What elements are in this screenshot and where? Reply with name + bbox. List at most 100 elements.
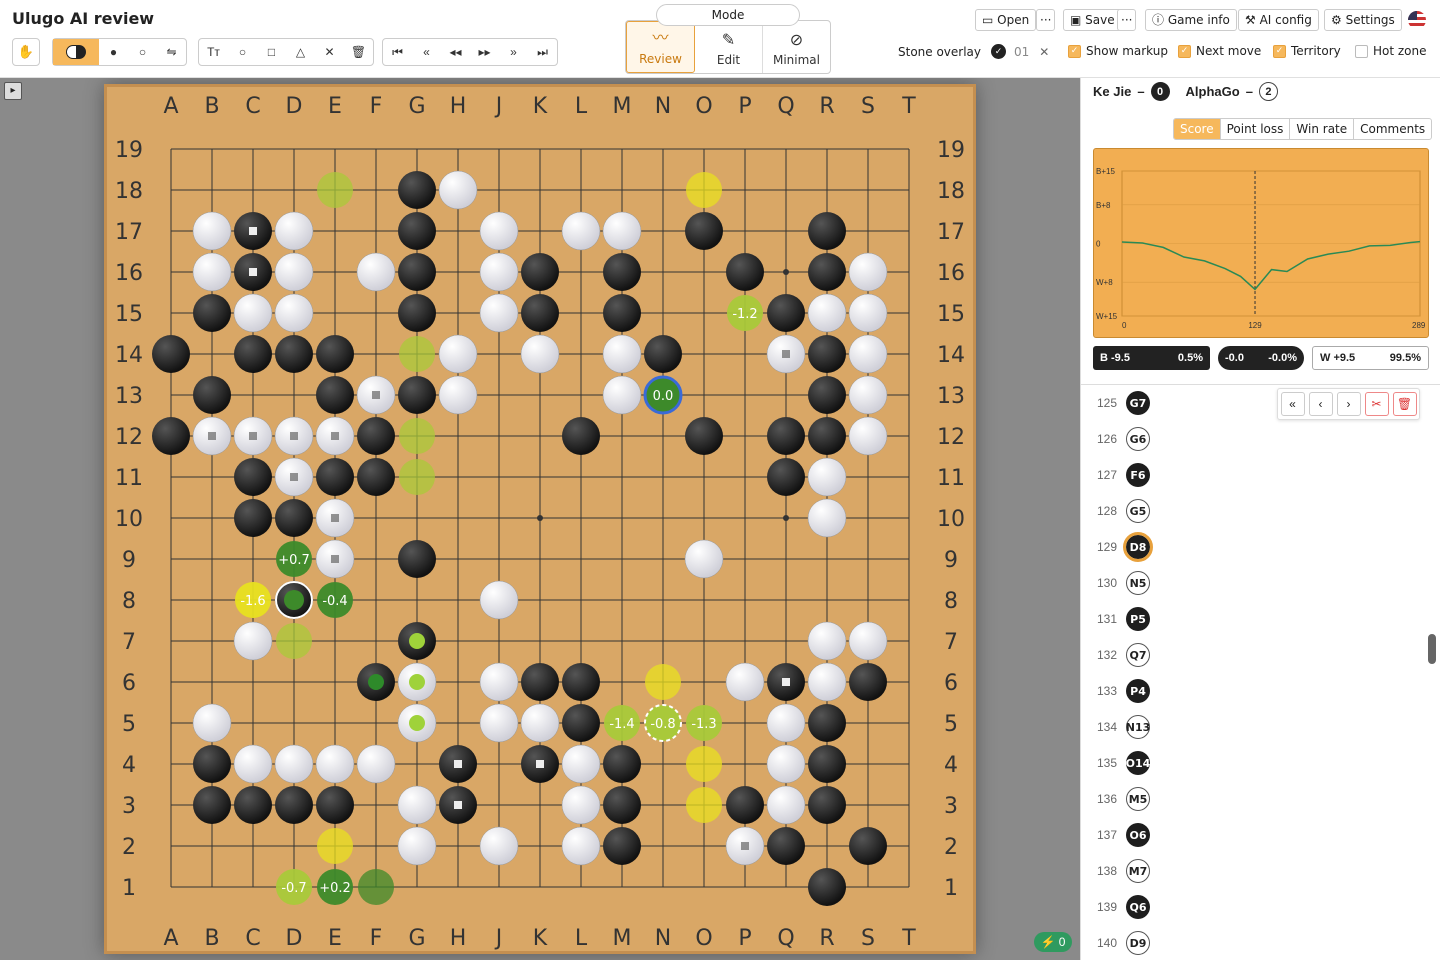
move-list-scrollbar[interactable] — [1428, 634, 1436, 664]
score-chart[interactable]: B+15 B+8 0 W+8 W+15 0 129 289 — [1093, 148, 1429, 338]
forward-button[interactable]: ▸▸ — [470, 39, 499, 65]
move-stone[interactable]: N5 — [1126, 571, 1150, 595]
move-stone[interactable]: D9 — [1126, 931, 1150, 955]
move-row[interactable]: 131 P5 — [1081, 601, 1421, 637]
move-stone[interactable]: Q7 — [1126, 643, 1150, 667]
move-row[interactable]: 128 G5 — [1081, 493, 1421, 529]
label-button[interactable]: Tт — [199, 39, 228, 65]
go-board[interactable]: A A B B C C D D E E F F G G H H J J K K L L M M N N O O P P Q Q R R S S T T 19… — [104, 84, 976, 954]
collapse-button[interactable]: « — [1280, 392, 1305, 416]
tab-win-rate[interactable]: Win rate — [1290, 119, 1355, 139]
black-stone — [808, 868, 846, 906]
white-stone — [479, 252, 519, 292]
column-coordinate: F — [370, 94, 383, 119]
column-coordinate: S — [861, 94, 875, 119]
circle-button[interactable]: ○ — [228, 39, 257, 65]
star-point — [783, 269, 789, 275]
game-info-button[interactable]: ⓘ Game info — [1145, 9, 1237, 31]
back-button[interactable]: ◂◂ — [441, 39, 470, 65]
move-number: 127 — [1096, 468, 1117, 482]
triangle-icon: △ — [295, 45, 306, 59]
minimal-mode-button[interactable]: ⊘ Minimal — [763, 21, 830, 73]
white-stone-button[interactable]: ○ — [128, 39, 157, 65]
white-stone — [848, 252, 888, 292]
close-icon[interactable]: ✕ — [1039, 45, 1049, 59]
last-move-button[interactable]: ⏭ — [528, 39, 557, 65]
cut-button[interactable]: ✂ — [1364, 392, 1389, 416]
tab-score[interactable]: Score — [1174, 119, 1221, 139]
move-row[interactable]: 133 P4 — [1081, 673, 1421, 709]
sidebar-toggle-icon[interactable]: ▸ — [4, 82, 22, 100]
white-stone — [561, 785, 601, 825]
language-flag-icon[interactable] — [1408, 11, 1426, 29]
first-move-button[interactable]: ⏮ — [383, 39, 412, 65]
move-row[interactable]: 138 M7 — [1081, 853, 1421, 889]
next-move-toggle[interactable]: ✓ Next move — [1178, 44, 1261, 58]
check-icon[interactable]: ✓ — [991, 44, 1007, 59]
hand-tool-button[interactable]: ✋ — [12, 38, 40, 66]
black-stone — [808, 745, 846, 783]
move-stone[interactable]: O14 — [1126, 751, 1150, 775]
square-button[interactable]: □ — [257, 39, 286, 65]
move-row[interactable]: 136 M5 — [1081, 781, 1421, 817]
move-row[interactable]: 132 Q7 — [1081, 637, 1421, 673]
move-stone[interactable]: Q6 — [1126, 895, 1150, 919]
neutral-score-label: -0.0 — [1225, 352, 1244, 364]
board-grid[interactable]: AABBCCDDEEFFGGHHJJKKLLMMNNOOPPQQRRSSTT19… — [107, 87, 973, 951]
delete-button[interactable]: 🗑 — [1392, 392, 1417, 416]
move-stone[interactable]: P4 — [1126, 679, 1150, 703]
move-stone[interactable]: N13 — [1126, 715, 1150, 739]
overlay-number[interactable]: 01 — [1014, 45, 1029, 59]
move-stone[interactable]: F6 — [1126, 463, 1150, 487]
open-more-button[interactable]: ··· — [1036, 9, 1056, 31]
back-10-button[interactable]: « — [412, 39, 441, 65]
tab-comments[interactable]: Comments — [1354, 119, 1431, 139]
show-markup-toggle[interactable]: ✓ Show markup — [1068, 44, 1168, 58]
move-row[interactable]: 139 Q6 — [1081, 889, 1421, 925]
clear-markup-button[interactable]: 🗑 — [344, 39, 373, 65]
ai-status-badge[interactable]: ⚡ 0 — [1034, 932, 1072, 952]
move-stone[interactable]: M7 — [1126, 859, 1150, 883]
move-row[interactable]: 134 N13 — [1081, 709, 1421, 745]
move-stone[interactable]: G6 — [1126, 427, 1150, 451]
swap-button[interactable]: ⇋ — [157, 39, 186, 65]
hint-label: -1.4 — [609, 717, 634, 732]
forward-10-button[interactable]: » — [499, 39, 528, 65]
move-list[interactable]: 125 G7 126 G6 127 F6 128 G5 129 D8 130 N5 131 P5 132 Q7… — [1081, 384, 1440, 960]
move-stone[interactable]: O6 — [1126, 823, 1150, 847]
alternate-color-button[interactable] — [53, 39, 99, 65]
triangle-button[interactable]: △ — [286, 39, 315, 65]
tab-point-loss[interactable]: Point loss — [1221, 119, 1291, 139]
black-stone-button[interactable]: ● — [99, 39, 128, 65]
move-stone[interactable]: P5 — [1126, 607, 1150, 631]
territory-toggle[interactable]: ✓ Territory — [1273, 44, 1341, 58]
move-stone[interactable]: G5 — [1126, 499, 1150, 523]
open-button[interactable]: ▭ Open — [975, 9, 1037, 31]
save-button[interactable]: ▣ Save — [1063, 9, 1122, 31]
move-stone[interactable]: M5 — [1126, 787, 1150, 811]
move-row[interactable]: 137 O6 — [1081, 817, 1421, 853]
move-row[interactable]: 140 D9 — [1081, 925, 1421, 960]
row-coordinate: 4 — [122, 753, 136, 778]
move-row[interactable]: 129 D8 — [1081, 529, 1421, 565]
cross-button[interactable]: ✕ — [315, 39, 344, 65]
move-row[interactable]: 126 G6 — [1081, 421, 1421, 457]
settings-button[interactable]: ⚙ Settings — [1324, 9, 1402, 31]
next-button[interactable]: › — [1336, 392, 1361, 416]
chart-y-label: B+15 — [1096, 167, 1115, 176]
prev-button[interactable]: ‹ — [1308, 392, 1333, 416]
flag-canton — [1408, 11, 1417, 20]
save-more-button[interactable]: ··· — [1117, 9, 1137, 31]
edit-mode-button[interactable]: ✎ Edit — [695, 21, 763, 73]
move-stone[interactable]: G7 — [1126, 391, 1150, 415]
next-move-label: Next move — [1196, 44, 1262, 58]
score-chart-svg[interactable]: B+15 B+8 0 W+8 W+15 0 129 289 — [1094, 149, 1428, 337]
review-mode-button[interactable]: 〰 Review — [626, 21, 695, 73]
ai-config-button[interactable]: ⚒ AI config — [1238, 9, 1319, 31]
overlay-dot — [409, 715, 425, 731]
move-row[interactable]: 130 N5 — [1081, 565, 1421, 601]
move-stone[interactable]: D8 — [1123, 532, 1153, 562]
move-row[interactable]: 135 O14 — [1081, 745, 1421, 781]
move-row[interactable]: 127 F6 — [1081, 457, 1421, 493]
hot-zone-toggle[interactable]: Hot zone — [1355, 44, 1427, 58]
